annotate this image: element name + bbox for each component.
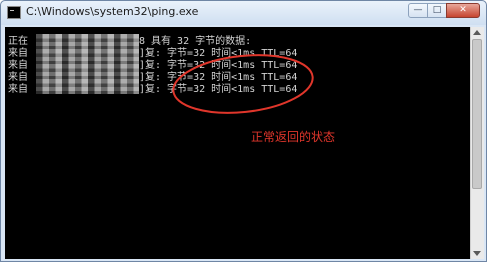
title-bar[interactable]: C:\Windows\system32\ping.exe — □ ✕ [1,1,486,25]
maximize-button[interactable]: □ [427,3,447,18]
scroll-thumb[interactable] [472,39,482,189]
annotation-label: 正常返回的状态 [251,130,336,144]
annotation-ellipse [172,54,314,114]
console-output[interactable]: 正在 8 具有 32 字节的数据: 来自 ]复: 字节=32 时间<1ms TT… [5,27,470,259]
scroll-up-arrow-icon[interactable] [473,30,481,35]
scroll-down-arrow-icon[interactable] [473,251,481,256]
vertical-scrollbar[interactable] [470,27,484,259]
close-button[interactable]: ✕ [446,3,480,18]
console-window: C:\Windows\system32\ping.exe — □ ✕ 正在 8 … [0,0,487,262]
minimize-button[interactable]: — [408,3,428,18]
console-app-icon [7,6,21,19]
window-controls: — □ ✕ [408,3,480,18]
window-title: C:\Windows\system32\ping.exe [26,5,199,18]
